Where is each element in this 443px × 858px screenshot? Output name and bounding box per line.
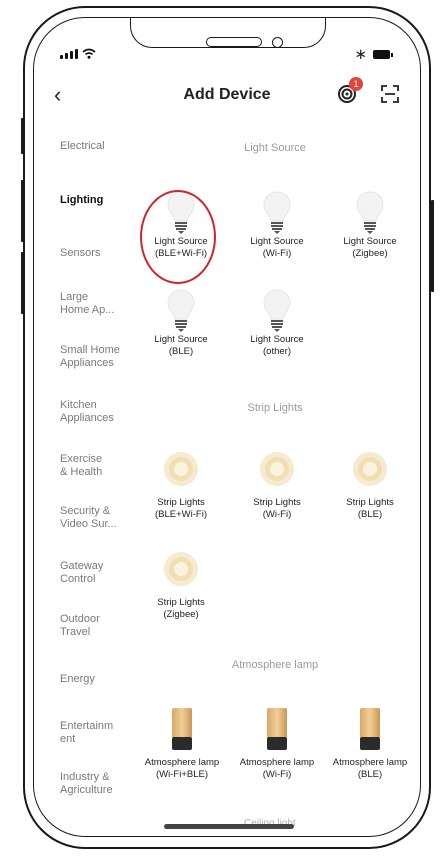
bulb-icon (167, 289, 195, 332)
device-sublabel: (BLE) (357, 509, 383, 520)
device-label: Light Source (250, 236, 304, 247)
strip-light-icon (164, 452, 198, 486)
device-sublabel: (BLE) (357, 769, 383, 780)
category-security-video[interactable]: Security & Video Sur... (60, 505, 126, 531)
speaker (206, 37, 262, 47)
device-label: Atmosphere lamp (332, 757, 408, 768)
screen: ∗ ‹ Add Device 1 Electrical Lighting Sen… (33, 17, 421, 837)
device-label: Strip Lights (157, 497, 205, 508)
device-sublabel: (BLE) (168, 346, 194, 357)
atmosphere-lamp-icon (267, 708, 287, 750)
device-sublabel: (Wi-Fi) (262, 248, 292, 259)
header: ‹ Add Device 1 (34, 77, 420, 118)
device-label: Atmosphere lamp (239, 757, 315, 768)
category-energy[interactable]: Energy (60, 673, 140, 686)
camera (272, 37, 283, 48)
device-sublabel: (Zigbee) (352, 248, 388, 259)
category-small-home-appliances[interactable]: Small Home Appliances (60, 344, 124, 370)
notification-badge: 1 (349, 77, 363, 91)
device-atmosphere-lamp-ble[interactable]: Atmosphere lamp (BLE) (324, 707, 416, 781)
status-bar-left (60, 48, 96, 59)
battery-icon (373, 49, 393, 59)
category-sensors[interactable]: Sensors (60, 247, 140, 260)
device-light-source-other[interactable]: Light Source (other) (236, 288, 318, 358)
category-exercise-health[interactable]: Exercise & Health (60, 453, 112, 479)
signal-icon (60, 49, 78, 59)
strip-light-icon (353, 452, 387, 486)
device-sublabel: (Zigbee) (163, 609, 199, 620)
device-sublabel: (BLE+Wi-Fi) (155, 509, 207, 520)
wifi-icon (82, 48, 96, 59)
device-label: Light Source (343, 236, 397, 247)
device-label: Strip Lights (253, 497, 301, 508)
category-gateway-control[interactable]: Gateway Control (60, 560, 112, 586)
category-lighting[interactable]: Lighting (60, 194, 140, 207)
device-sublabel: (Wi-Fi+BLE) (156, 769, 208, 780)
strip-light-icon (260, 452, 294, 486)
device-sublabel: (Wi-Fi) (262, 769, 292, 780)
category-electrical[interactable]: Electrical (60, 140, 140, 153)
category-kitchen-appliances[interactable]: Kitchen Appliances (60, 399, 124, 425)
home-indicator[interactable] (164, 824, 294, 829)
status-bar-right: ∗ (354, 45, 393, 63)
atmosphere-lamp-icon (172, 708, 192, 750)
side-button-volume-down (21, 252, 24, 314)
category-entertainment[interactable]: Entertainm ent (60, 720, 116, 746)
device-label: Light Source (250, 334, 304, 345)
device-atmosphere-lamp-wifi[interactable]: Atmosphere lamp (Wi-Fi) (231, 707, 323, 781)
side-button-power (431, 200, 434, 292)
scan-qr-icon[interactable] (381, 85, 399, 103)
section-title-atmosphere-lamp: Atmosphere lamp (231, 659, 319, 671)
section-title-strip-lights: Strip Lights (247, 402, 303, 414)
device-sublabel: (other) (263, 346, 291, 357)
device-label: Light Source (154, 334, 208, 345)
device-light-source-zigbee[interactable]: Light Source (Zigbee) (329, 190, 411, 260)
side-button-mute (21, 118, 24, 154)
device-light-source-wifi[interactable]: Light Source (Wi-Fi) (236, 190, 318, 260)
bulb-icon (263, 289, 291, 332)
category-outdoor-travel[interactable]: Outdoor Travel (60, 613, 112, 639)
highlight-circle (140, 190, 216, 284)
device-strip-lights-ble-wifi[interactable]: Strip Lights (BLE+Wi-Fi) (140, 451, 222, 521)
category-industry-agriculture[interactable]: Industry & Agriculture (60, 771, 126, 797)
device-strip-lights-wifi[interactable]: Strip Lights (Wi-Fi) (236, 451, 318, 521)
device-strip-lights-zigbee[interactable]: Strip Lights (Zigbee) (140, 551, 222, 621)
bluetooth-icon: ∗ (354, 46, 367, 63)
atmosphere-lamp-icon (360, 708, 380, 750)
device-atmosphere-lamp-wifi-ble[interactable]: Atmosphere lamp (Wi-Fi+BLE) (136, 707, 228, 781)
bulb-icon (263, 191, 291, 234)
side-button-volume-up (21, 180, 24, 242)
device-light-source-ble[interactable]: Light Source (BLE) (140, 288, 222, 358)
device-strip-lights-ble[interactable]: Strip Lights (BLE) (329, 451, 411, 521)
page-title: Add Device (183, 86, 271, 103)
device-sublabel: (Wi-Fi) (262, 509, 292, 520)
strip-light-icon (164, 552, 198, 586)
device-label: Strip Lights (346, 497, 394, 508)
device-label: Atmosphere lamp (144, 757, 220, 768)
device-label: Strip Lights (157, 597, 205, 608)
category-large-home-appliances[interactable]: Large Home Ap... (60, 291, 120, 317)
bulb-icon (356, 191, 384, 234)
section-title-light-source: Light Source (244, 142, 306, 154)
